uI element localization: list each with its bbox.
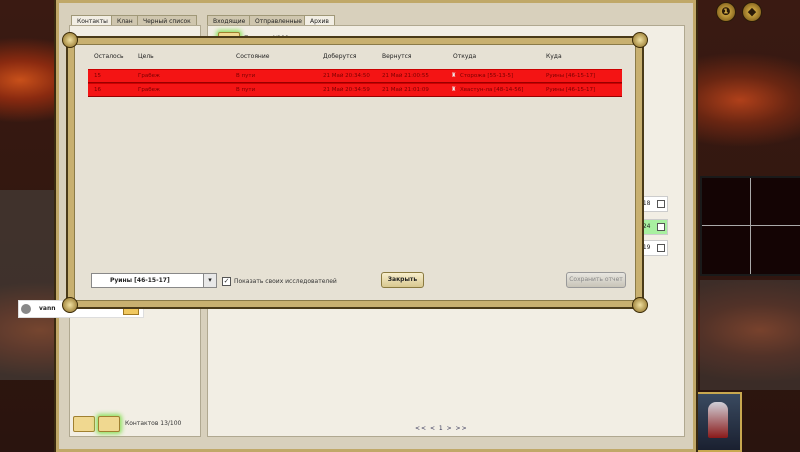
col-return: Вернутся (382, 53, 412, 60)
contact-name: vann (39, 305, 56, 312)
message-checkbox[interactable] (657, 244, 665, 252)
location-icon: ♜ (451, 72, 457, 79)
location-select[interactable]: Руины [46-15-17] ▾ (91, 273, 217, 288)
corner-ornament (632, 32, 648, 48)
table-header: Осталось Цель Состояние Доберутся Вернут… (86, 50, 622, 62)
col-state: Состояние (236, 53, 270, 60)
corner-ornament (62, 32, 78, 48)
table-row[interactable]: 16 Грабеж В пути 21 Май 20:34:59 21 Май … (88, 83, 622, 97)
top-menu-icon[interactable]: ❶ (716, 2, 736, 22)
message-checkbox[interactable] (657, 223, 665, 231)
map-rocks-right (700, 280, 800, 390)
save-report-button[interactable]: Сохранить отчет (566, 272, 626, 288)
table-row[interactable]: 15 Грабеж В пути 21 Май 20:34:50 21 Май … (88, 69, 622, 83)
show-researchers-option[interactable]: ✓ Показать своих исследователей (222, 277, 337, 286)
col-remaining: Осталось (94, 53, 124, 60)
location-select-value: Руины [46-15-17] (110, 277, 170, 284)
chevron-down-icon[interactable]: ▾ (203, 274, 216, 287)
close-button[interactable]: Закрыть (381, 272, 424, 288)
col-arrive: Доберутся (323, 53, 357, 60)
minimap[interactable] (700, 176, 800, 276)
hero-portrait[interactable] (696, 392, 742, 452)
show-researchers-checkbox[interactable]: ✓ (222, 277, 231, 286)
pagination[interactable]: << < 1 > >> (415, 425, 468, 432)
add-contact-icon[interactable] (73, 416, 95, 432)
contacts-mail-icon[interactable] (98, 416, 120, 432)
corner-ornament (62, 297, 78, 313)
corner-ornament (632, 297, 648, 313)
col-from: Откуда (453, 53, 477, 60)
message-checkbox[interactable] (657, 200, 665, 208)
location-icon: ♜ (451, 86, 457, 93)
col-to: Куда (546, 53, 562, 60)
expeditions-dialog: Осталось Цель Состояние Доберутся Вернут… (62, 32, 648, 313)
contacts-count: Контактов 13/100 (125, 420, 182, 427)
top-options-icon[interactable]: ◆ (742, 2, 762, 22)
map-rocks-left (0, 190, 60, 380)
avatar (21, 304, 31, 314)
show-researchers-label: Показать своих исследователей (234, 278, 337, 285)
col-target: Цель (138, 53, 154, 60)
